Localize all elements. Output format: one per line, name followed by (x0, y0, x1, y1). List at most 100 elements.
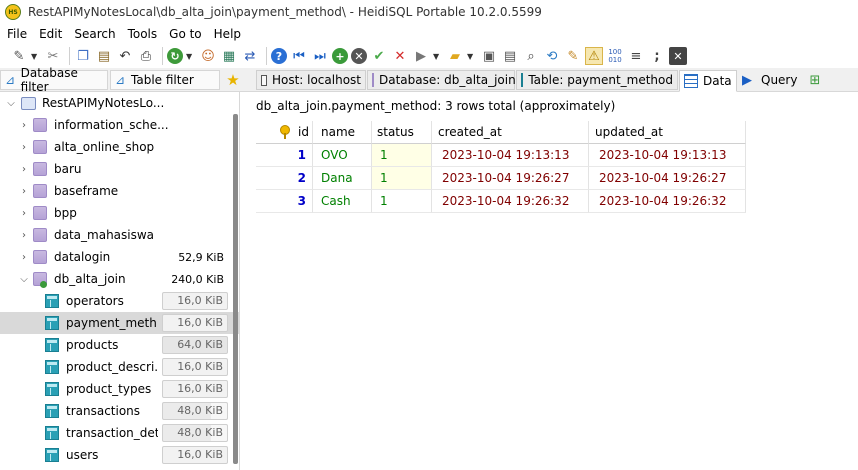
cell-created-at[interactable]: 2023-10-04 19:26:27 (432, 167, 589, 190)
menu-go-to[interactable]: Go to (162, 27, 207, 41)
cell-status[interactable]: 1 (372, 144, 432, 167)
menu-search[interactable]: Search (67, 27, 120, 41)
cell-name[interactable]: OVO (313, 144, 372, 167)
column-header-updated-at[interactable]: updated_at (589, 121, 746, 144)
table-row[interactable]: 1 OVO 1 2023-10-04 19:13:13 2023-10-04 1… (256, 144, 752, 167)
tab-table[interactable]: Table: payment_method (516, 70, 678, 90)
chevron-right-icon[interactable]: › (19, 208, 29, 219)
column-header-id[interactable]: id (256, 121, 313, 144)
column-header-status[interactable]: status (372, 121, 432, 144)
tree-item-database[interactable]: › data_mahasiswa (0, 224, 239, 246)
tree-item-database[interactable]: › bpp (0, 202, 239, 224)
insert-record-icon[interactable]: + (332, 48, 348, 64)
cell-id[interactable]: 2 (256, 167, 313, 190)
table-row[interactable]: 3 Cash 1 2023-10-04 19:26:32 2023-10-04 … (256, 190, 752, 213)
tree-item-database[interactable]: › alta_online_shop (0, 136, 239, 158)
chevron-right-icon[interactable]: › (19, 252, 29, 263)
transfer-icon[interactable]: ⇄ (241, 47, 259, 65)
cell-id[interactable]: 3 (256, 190, 313, 213)
cell-updated-at[interactable]: 2023-10-04 19:26:27 (589, 167, 746, 190)
tab-database[interactable]: Database: db_alta_join (367, 70, 516, 90)
table-row[interactable]: 2 Dana 1 2023-10-04 19:26:27 2023-10-04 … (256, 167, 752, 190)
menu-help[interactable]: Help (207, 27, 246, 41)
tab-host[interactable]: Host: localhost (256, 70, 366, 90)
copy-icon[interactable]: ❐ (74, 47, 92, 65)
tree-item-table[interactable]: product_descri... 16,0 KiB (0, 356, 239, 378)
cell-name[interactable]: Cash (313, 190, 372, 213)
chevron-right-icon[interactable]: › (19, 142, 29, 153)
user-manager-icon[interactable]: ☺ (199, 47, 217, 65)
cell-updated-at[interactable]: 2023-10-04 19:13:13 (589, 144, 746, 167)
cancel-record-icon[interactable]: ✕ (351, 48, 367, 64)
database-filter[interactable]: ⊿ Database filter (0, 66, 108, 94)
wrap-icon[interactable]: ≡ (627, 47, 645, 65)
cell-status[interactable]: 1 (372, 190, 432, 213)
tab-data[interactable]: Data (679, 70, 737, 92)
refresh-dropdown-icon[interactable]: ▼ (186, 52, 194, 61)
cell-id[interactable]: 1 (256, 144, 313, 167)
replace-icon[interactable]: ⟲ (543, 47, 561, 65)
table-name: operators (66, 294, 124, 308)
save-as-icon[interactable]: ▤ (501, 47, 519, 65)
tree-scrollbar[interactable] (233, 114, 238, 464)
menu-edit[interactable]: Edit (32, 27, 67, 41)
disconnect-icon[interactable]: ✂ (44, 47, 62, 65)
run-dropdown-icon[interactable]: ▼ (433, 52, 441, 61)
help-icon[interactable]: ? (271, 48, 287, 64)
format-icon[interactable]: ✎ (564, 47, 582, 65)
first-record-icon[interactable]: ⏮ (290, 47, 308, 65)
tree-item-table[interactable]: transactions 48,0 KiB (0, 400, 239, 422)
binary-icon[interactable]: 100 010 (606, 47, 624, 65)
chevron-right-icon[interactable]: › (19, 164, 29, 175)
column-header-name[interactable]: name (313, 121, 372, 144)
chevron-down-icon[interactable]: ⌵ (6, 98, 16, 109)
cell-created-at[interactable]: 2023-10-04 19:26:32 (432, 190, 589, 213)
delete-record-icon[interactable]: ✕ (391, 47, 409, 65)
open-file-dropdown-icon[interactable]: ▼ (467, 52, 475, 61)
tree-item-database-active[interactable]: ⌵ db_alta_join 240,0 KiB (0, 268, 239, 290)
open-file-icon[interactable]: ▰ (446, 47, 464, 65)
semicolon-icon[interactable]: ; (648, 47, 666, 65)
post-record-icon[interactable]: ✔ (370, 47, 388, 65)
find-icon[interactable]: ⌕ (522, 47, 540, 65)
chevron-right-icon[interactable]: › (19, 120, 29, 131)
run-icon[interactable]: ▶ (412, 47, 430, 65)
export-icon[interactable]: ▦ (220, 47, 238, 65)
cell-status[interactable]: 1 (372, 167, 432, 190)
tree-item-table-selected[interactable]: payment_meth... 16,0 KiB (0, 312, 239, 334)
table-filter[interactable]: ⊿ Table filter (110, 70, 220, 90)
refresh-icon[interactable]: ↻ (167, 48, 183, 64)
paste-icon[interactable]: ▤ (95, 47, 113, 65)
tree-item-database[interactable]: › baseframe (0, 180, 239, 202)
tree-item-table[interactable]: product_types 16,0 KiB (0, 378, 239, 400)
tree-item-table[interactable]: operators 16,0 KiB (0, 290, 239, 312)
connect-dropdown-icon[interactable]: ▼ (31, 52, 39, 61)
undo-icon[interactable]: ↶ (116, 47, 134, 65)
data-grid[interactable]: id name status created_at updated_at 1 O… (256, 121, 752, 213)
favorites-star-icon[interactable]: ★ (222, 70, 244, 90)
tree-item-database[interactable]: › information_sche... (0, 114, 239, 136)
tree-root-session[interactable]: ⌵ RestAPIMyNotesLo... (0, 92, 239, 114)
new-query-tab-icon[interactable]: ⊞ (804, 70, 826, 90)
close-tab-icon[interactable]: ✕ (669, 47, 687, 65)
tab-query[interactable]: ▶ Query (738, 70, 802, 90)
menu-tools[interactable]: Tools (121, 27, 163, 41)
cell-name[interactable]: Dana (313, 167, 372, 190)
menu-file[interactable]: File (0, 27, 32, 41)
tree-item-table[interactable]: products 64,0 KiB (0, 334, 239, 356)
cell-created-at[interactable]: 2023-10-04 19:13:13 (432, 144, 589, 167)
tree-item-database[interactable]: › datalogin 52,9 KiB (0, 246, 239, 268)
print-icon[interactable]: ⎙ (137, 47, 155, 65)
column-header-created-at[interactable]: created_at (432, 121, 589, 144)
cell-updated-at[interactable]: 2023-10-04 19:26:32 (589, 190, 746, 213)
warning-icon[interactable]: ⚠ (585, 47, 603, 65)
chevron-down-icon[interactable]: ⌵ (19, 274, 29, 285)
tree-item-database[interactable]: › baru (0, 158, 239, 180)
save-icon[interactable]: ▣ (480, 47, 498, 65)
last-record-icon[interactable]: ⏭ (311, 47, 329, 65)
chevron-right-icon[interactable]: › (19, 230, 29, 241)
tree-item-table[interactable]: transaction_det... 48,0 KiB (0, 422, 239, 444)
connect-icon[interactable]: ✎ (10, 47, 28, 65)
tree-item-table[interactable]: users 16,0 KiB (0, 444, 239, 466)
chevron-right-icon[interactable]: › (19, 186, 29, 197)
